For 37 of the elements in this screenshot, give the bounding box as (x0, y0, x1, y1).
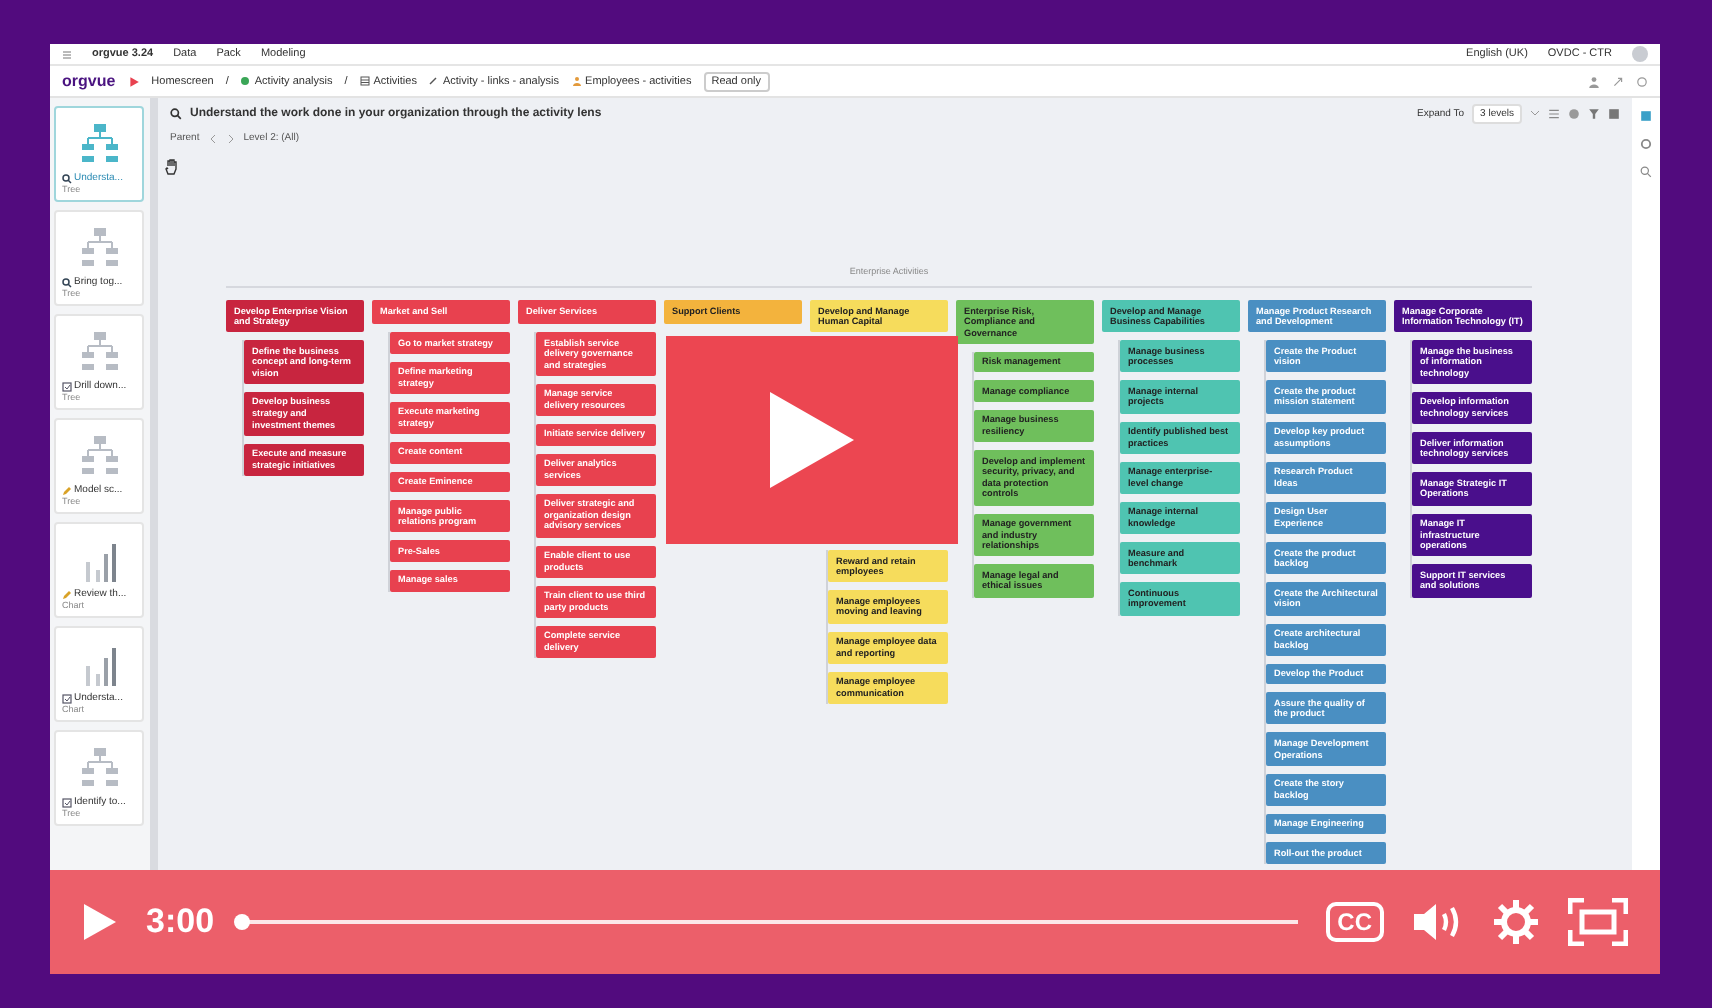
volume-button[interactable] (1412, 900, 1464, 944)
filter-icon[interactable] (1588, 107, 1600, 119)
pencil-icon (62, 589, 72, 599)
panel-icon[interactable] (1640, 110, 1652, 122)
hand-cursor-icon (164, 158, 180, 176)
tree-thumbnail-icon (79, 746, 119, 790)
logo[interactable]: orgvue (62, 72, 116, 90)
play-button[interactable] (82, 902, 118, 942)
table-icon (359, 76, 370, 86)
status-dot-icon (240, 76, 251, 86)
checkbox-icon (62, 381, 72, 391)
avatar-icon[interactable] (1632, 46, 1648, 62)
person-icon (571, 76, 582, 86)
settings-button[interactable] (1492, 898, 1540, 946)
search-icon[interactable] (1640, 166, 1652, 178)
share-icon[interactable] (1612, 75, 1624, 87)
checkbox-icon (62, 693, 72, 703)
search-icon (62, 277, 72, 287)
chevron-down-icon[interactable] (1530, 108, 1540, 118)
fullscreen-button[interactable] (1568, 898, 1628, 946)
tree-thumbnail-icon (79, 330, 119, 374)
chevron-right-icon[interactable] (225, 133, 236, 143)
tree-thumbnail-icon (79, 226, 119, 270)
menu-icon[interactable] (62, 49, 72, 59)
tree-thumbnail-icon (79, 122, 119, 166)
play-overlay-button[interactable] (666, 336, 958, 544)
users-icon[interactable] (1588, 75, 1600, 87)
video-time: 3:00 (146, 902, 215, 942)
logo-arrow-icon (127, 75, 140, 87)
play-icon (770, 392, 854, 488)
list-icon[interactable] (1548, 107, 1560, 119)
pencil-icon (62, 485, 72, 495)
search-icon (170, 107, 182, 119)
checkbox-icon (62, 797, 72, 807)
search-icon (62, 173, 72, 183)
tree-thumbnail-icon (79, 434, 119, 478)
chevron-left-icon[interactable] (207, 133, 218, 143)
